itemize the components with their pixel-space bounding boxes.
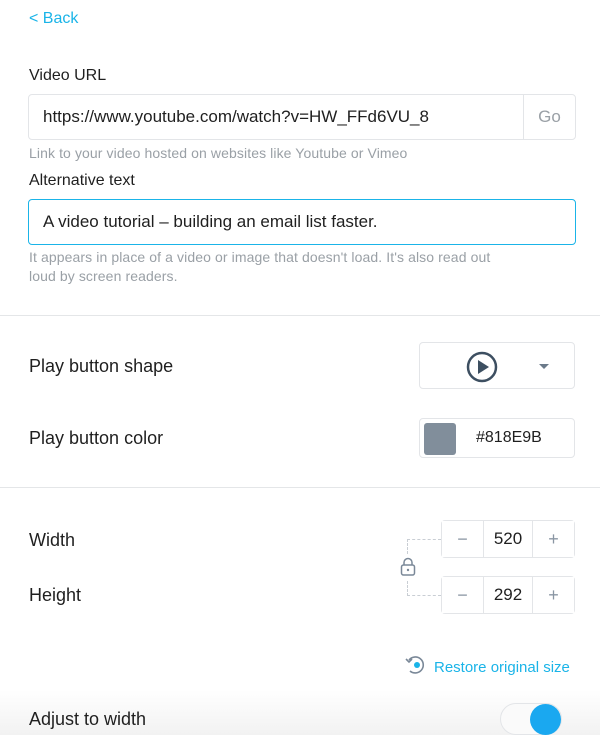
adjust-to-width-label: Adjust to width — [29, 709, 147, 729]
color-swatch[interactable] — [424, 423, 456, 455]
section-divider — [0, 487, 600, 488]
height-stepper: − 292 + — [441, 576, 575, 614]
play-button-color-picker[interactable]: #818E9B — [419, 418, 575, 458]
play-circle-icon — [466, 351, 498, 388]
adjust-to-width-toggle[interactable] — [500, 703, 562, 735]
lock-icon[interactable] — [399, 557, 417, 582]
video-url-hint: Link to your video hosted on websites li… — [29, 145, 408, 161]
aspect-link-line-top — [407, 539, 441, 554]
play-button-shape-select[interactable] — [419, 342, 575, 389]
back-link[interactable]: < Back — [29, 10, 78, 28]
alt-text-hint-line2: loud by screen readers. — [29, 268, 178, 284]
height-label: Height — [29, 585, 82, 605]
aspect-link-line-bottom — [407, 581, 441, 596]
toggle-knob — [530, 704, 561, 735]
video-url-label: Video URL — [29, 67, 107, 84]
width-decrement-button[interactable]: − — [442, 521, 483, 557]
restore-icon — [404, 654, 428, 680]
video-url-input[interactable] — [29, 95, 523, 139]
alt-text-input[interactable] — [28, 199, 576, 245]
play-button-shape-label: Play button shape — [29, 356, 174, 376]
restore-label: Restore original size — [434, 658, 570, 676]
video-url-group: Go — [28, 94, 576, 140]
section-divider — [0, 315, 600, 316]
height-value[interactable]: 292 — [483, 577, 533, 613]
play-button-color-label: Play button color — [29, 428, 164, 448]
go-button[interactable]: Go — [523, 95, 575, 139]
chevron-down-icon — [539, 364, 549, 369]
height-increment-button[interactable]: + — [533, 577, 574, 613]
color-hex-value: #818E9B — [476, 429, 542, 446]
width-stepper: − 520 + — [441, 520, 575, 558]
width-value[interactable]: 520 — [483, 521, 533, 557]
width-label: Width — [29, 530, 76, 550]
video-settings-panel: < Back Video URL Go Link to your video h… — [0, 0, 600, 735]
width-increment-button[interactable]: + — [533, 521, 574, 557]
alt-text-hint-line1: It appears in place of a video or image … — [29, 249, 491, 265]
alt-text-label: Alternative text — [29, 172, 135, 189]
height-decrement-button[interactable]: − — [442, 577, 483, 613]
restore-original-size-button[interactable]: Restore original size — [404, 654, 570, 680]
